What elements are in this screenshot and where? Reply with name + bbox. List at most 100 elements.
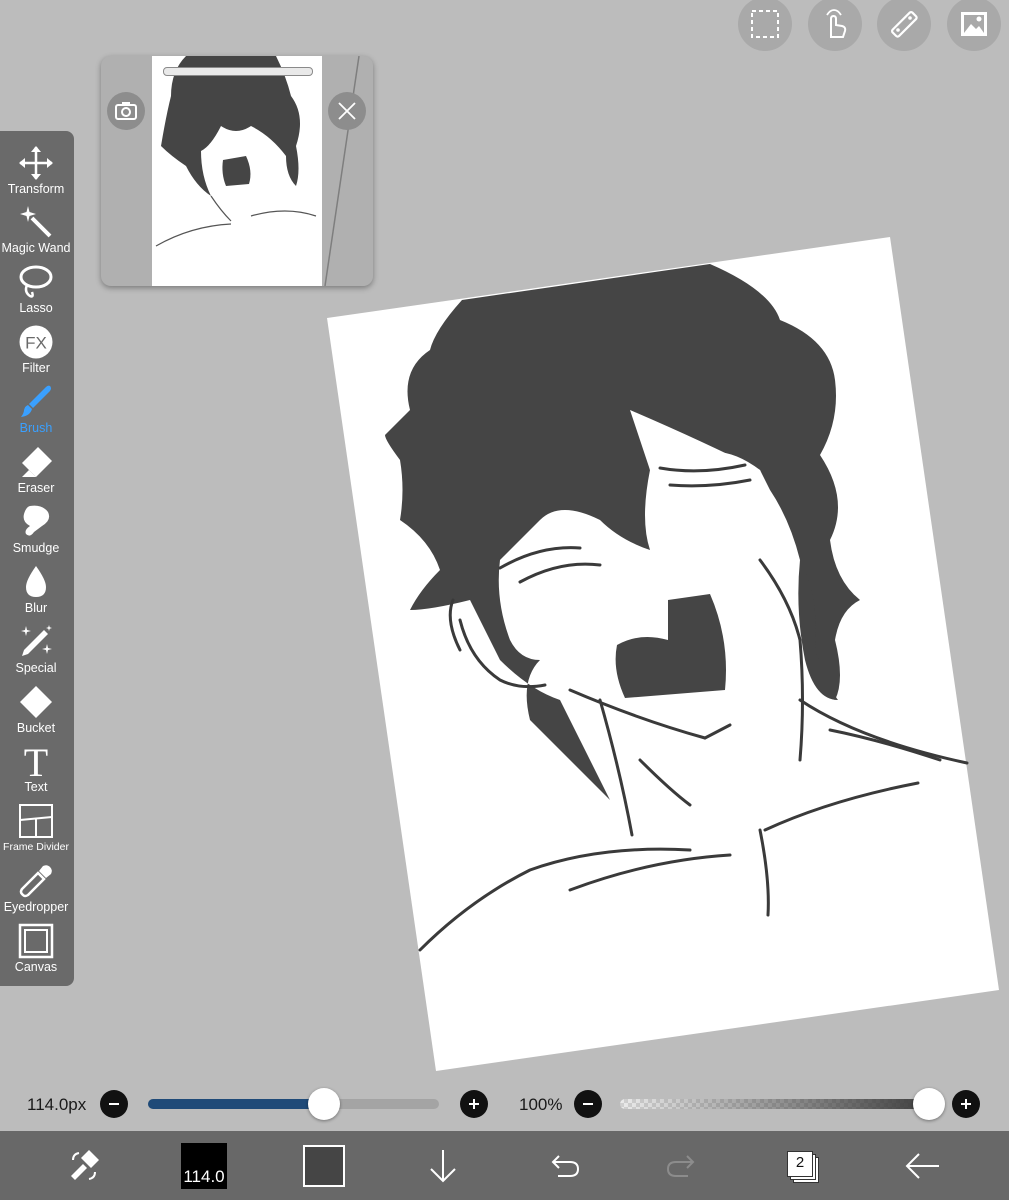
tool-canvas[interactable]: Canvas — [0, 923, 72, 983]
tool-frame-divider[interactable]: Frame Divider — [0, 803, 72, 863]
selection-icon — [751, 10, 779, 38]
brush-size-slider-thumb[interactable] — [308, 1088, 341, 1120]
tool-smudge[interactable]: Smudge — [0, 504, 72, 564]
tool-eyedropper[interactable]: Eyedropper — [0, 863, 72, 923]
tool-special[interactable]: Special — [0, 624, 72, 684]
tool-lasso[interactable]: Lasso — [0, 264, 72, 324]
layers-button[interactable]: 2 — [782, 1131, 822, 1200]
brush-size-increase-button[interactable] — [460, 1090, 488, 1118]
gesture-button[interactable] — [808, 0, 862, 51]
tool-label: Transform — [7, 182, 65, 196]
opacity-decrease-button[interactable] — [574, 1090, 602, 1118]
reference-close-button[interactable] — [328, 92, 366, 130]
brush-size-value: 114.0 — [183, 1166, 225, 1186]
bottom-toolbar: 114.0 2 — [0, 1131, 1009, 1200]
back-button[interactable] — [902, 1131, 944, 1200]
tool-label: Smudge — [12, 541, 60, 555]
frame-divider-icon — [19, 804, 53, 838]
move-arrows-icon — [19, 146, 53, 180]
color-button[interactable] — [302, 1131, 346, 1200]
svg-text:T: T — [24, 743, 48, 779]
reference-camera-button[interactable] — [107, 92, 145, 130]
tool-text[interactable]: T Text — [0, 743, 72, 803]
tool-transform[interactable]: Transform — [0, 145, 72, 205]
brush-size-label: 114.0px — [27, 1095, 87, 1114]
brush-size-decrease-button[interactable] — [100, 1090, 128, 1118]
material-icon — [961, 12, 987, 36]
magic-wand-icon — [20, 206, 52, 238]
redo-icon — [666, 1154, 695, 1177]
arrow-left-icon — [905, 1152, 939, 1179]
brush-icon — [21, 385, 51, 417]
tool-label: Lasso — [19, 301, 53, 315]
brush-size-preview-button[interactable]: 114.0 — [180, 1131, 228, 1200]
camera-icon — [115, 102, 137, 120]
bucket-icon — [20, 686, 52, 718]
layer-count: 2 — [787, 1150, 813, 1177]
tool-blur[interactable]: Blur — [0, 564, 72, 624]
gesture-icon — [826, 9, 847, 38]
color-swatch — [303, 1144, 345, 1187]
tool-label: Blur — [24, 601, 48, 615]
canvas-paper[interactable] — [327, 237, 999, 1071]
opacity-label: 100% — [519, 1095, 563, 1114]
eraser-icon — [22, 447, 52, 477]
brush-size-slider-fill — [148, 1099, 325, 1109]
svg-text:FX: FX — [25, 334, 47, 353]
layers-icon: 2 — [785, 1149, 819, 1183]
material-button[interactable] — [947, 0, 1001, 51]
opacity-slider-thumb[interactable] — [913, 1088, 945, 1120]
opacity-increase-button[interactable] — [952, 1090, 980, 1118]
ruler-icon — [891, 11, 918, 38]
tool-label: Special — [15, 661, 57, 675]
layer-down-button[interactable] — [422, 1131, 464, 1200]
smudge-icon — [23, 505, 50, 536]
undo-button[interactable] — [543, 1131, 585, 1200]
brush-size-preview: 114.0 — [181, 1142, 227, 1189]
sparkle-pen-icon — [21, 625, 52, 656]
tool-label: Canvas — [14, 960, 58, 974]
tool-label: Bucket — [16, 721, 56, 735]
tool-switch-button[interactable] — [62, 1131, 108, 1200]
redo-button[interactable] — [661, 1131, 703, 1200]
ruler-button[interactable] — [877, 0, 931, 51]
tool-palette: Transform Magic Wand Lasso FX Filter Bru… — [0, 131, 74, 986]
line-art — [418, 463, 969, 952]
close-icon — [338, 102, 356, 120]
swap-brush-eraser-icon — [71, 1149, 99, 1180]
reference-window-drag-handle[interactable] — [163, 67, 313, 76]
tool-label: Text — [24, 780, 48, 794]
tool-label: Brush — [19, 421, 53, 435]
text-icon: T — [24, 743, 48, 779]
reference-window[interactable] — [101, 56, 373, 286]
minus-icon — [583, 1103, 593, 1105]
lasso-icon — [19, 265, 53, 298]
canvas-icon — [18, 923, 54, 959]
tool-label: Frame Divider — [3, 841, 69, 853]
tool-label: Filter — [22, 361, 50, 375]
arrow-down-icon — [430, 1149, 456, 1182]
fx-icon: FX — [19, 325, 53, 359]
tool-label: Eraser — [17, 481, 55, 495]
hair-strand — [798, 560, 838, 700]
selection-button[interactable] — [738, 0, 792, 51]
undo-icon — [551, 1154, 580, 1177]
tool-filter[interactable]: FX Filter — [0, 324, 72, 384]
tool-magic-wand[interactable]: Magic Wand — [0, 204, 72, 264]
mouth-shape — [615, 594, 726, 698]
face-patch — [630, 410, 790, 560]
tool-label: Magic Wand — [1, 241, 71, 255]
brush-size-slider[interactable] — [148, 1099, 439, 1109]
droplet-icon — [26, 566, 46, 597]
tool-bucket[interactable]: Bucket — [0, 684, 72, 744]
reference-preview — [152, 56, 373, 286]
tool-label: Eyedropper — [3, 900, 69, 914]
hair-shape — [385, 264, 860, 800]
tool-eraser[interactable]: Eraser — [0, 444, 72, 504]
eyedropper-icon — [19, 865, 52, 898]
plus-icon — [469, 1099, 479, 1109]
minus-icon — [109, 1103, 119, 1105]
tool-brush[interactable]: Brush — [0, 384, 72, 444]
opacity-slider[interactable] — [620, 1099, 935, 1109]
plus-icon — [961, 1099, 971, 1109]
